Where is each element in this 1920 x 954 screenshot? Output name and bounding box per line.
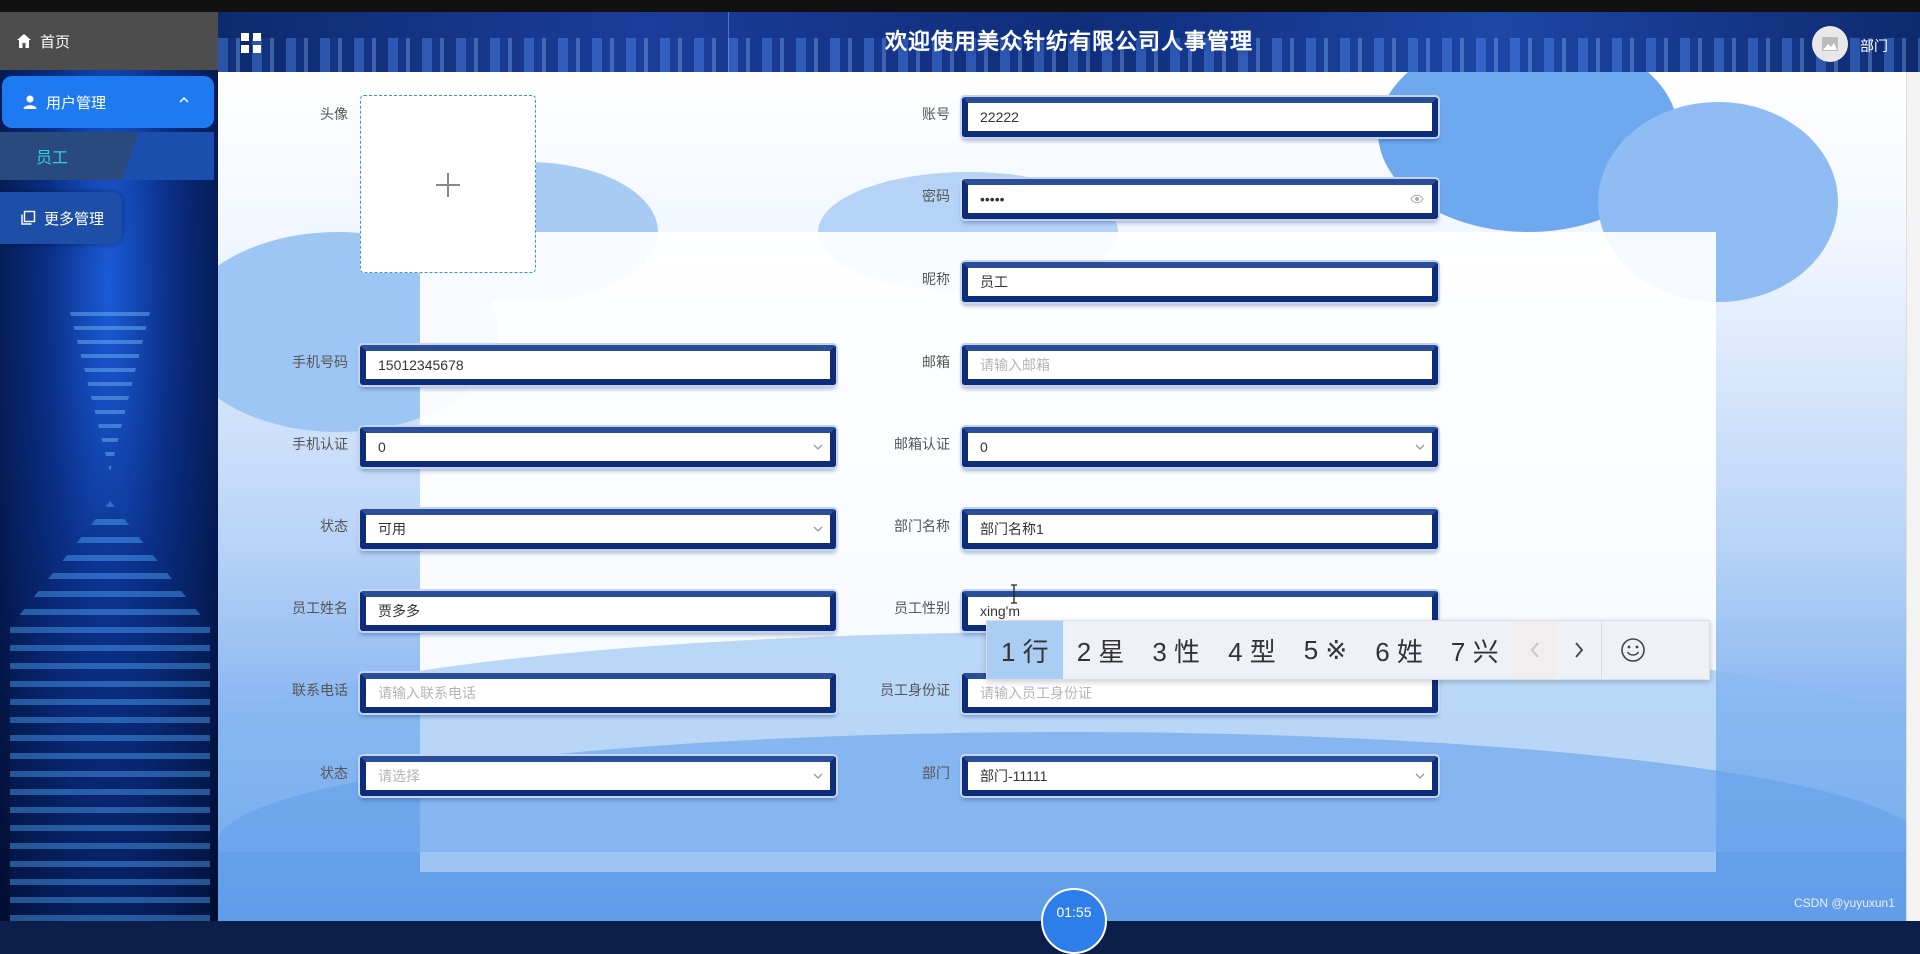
status2-label: 状态	[320, 765, 348, 781]
header: 欢迎使用美众针纺有限公司人事管理 部门	[218, 12, 1920, 72]
ime-candidate[interactable]: 3 性	[1138, 621, 1214, 679]
avatar-label: 头像	[320, 106, 348, 122]
sidebar-decoration	[10, 501, 210, 921]
status-label: 状态	[320, 518, 348, 534]
sidebar-item-user-management[interactable]: 用户管理	[2, 76, 214, 128]
account-label: 账号	[922, 106, 950, 122]
dept-value: 部门-11111	[980, 768, 1048, 784]
page-title: 欢迎使用美众针纺有限公司人事管理	[884, 29, 1253, 54]
avatar-upload[interactable]	[360, 95, 536, 273]
phone-verify-value: 0	[378, 439, 386, 455]
text-cursor-icon	[1011, 584, 1017, 604]
email-verify-select[interactable]: 0	[962, 427, 1438, 467]
chevron-down-icon	[813, 444, 823, 450]
chevron-down-icon	[813, 526, 823, 532]
dept-name-label: 部门名称	[894, 518, 950, 534]
dept-label: 部门	[922, 765, 950, 781]
password-value: •••••	[980, 191, 1005, 207]
status-select[interactable]: 可用	[360, 509, 836, 549]
sidebar-item-label: 更多管理	[44, 210, 105, 228]
password-input[interactable]: •••••	[962, 179, 1438, 219]
avatar[interactable]	[1812, 26, 1848, 62]
phone-verify-label: 手机认证	[292, 436, 348, 452]
nickname-value: 员工	[980, 274, 1008, 290]
chevron-down-icon	[1415, 444, 1425, 450]
user-name[interactable]: 部门	[1860, 36, 1888, 56]
dept-name-input[interactable]: 部门名称1	[962, 509, 1438, 549]
phone-value: 15012345678	[378, 357, 464, 373]
ime-candidate[interactable]: 2 星	[1063, 621, 1139, 679]
nickname-input[interactable]: 员工	[962, 262, 1438, 302]
staff-name-value: 贾多多	[378, 603, 420, 619]
home-icon	[17, 34, 31, 48]
phone-input[interactable]: 15012345678	[360, 345, 836, 385]
chevron-left-icon	[1530, 642, 1539, 658]
chevron-right-icon	[1574, 642, 1583, 658]
copy-icon	[21, 210, 36, 225]
chevron-down-icon	[813, 773, 823, 779]
recording-timer: 01:55	[1041, 888, 1107, 954]
chevron-down-icon	[1415, 773, 1425, 779]
password-label: 密码	[922, 188, 950, 204]
account-value: 22222	[980, 109, 1019, 125]
email-verify-value: 0	[980, 439, 988, 455]
email-placeholder: 请输入邮箱	[980, 357, 1050, 373]
ime-next-page-button[interactable]	[1557, 621, 1601, 679]
ime-candidate[interactable]: 1 行	[987, 621, 1063, 679]
sidebar-item-label: 用户管理	[46, 94, 107, 112]
phone-label: 手机号码	[292, 354, 348, 370]
staff-name-input[interactable]: 贾多多	[360, 591, 836, 631]
sidebar-item-home[interactable]: 首页	[0, 12, 218, 70]
plus-icon	[436, 173, 460, 197]
phone-verify-select[interactable]: 0	[360, 427, 836, 467]
ime-candidate-bar: 1 行 2 星 3 性 4 型 5 ※ 6 姓 7 兴	[986, 620, 1710, 680]
sidebar-item-label: 员工	[36, 150, 69, 167]
status2-placeholder: 请选择	[378, 768, 420, 784]
sidebar-item-staff[interactable]: 员工	[0, 132, 214, 180]
ime-prev-page-button[interactable]	[1512, 621, 1557, 679]
ime-candidate[interactable]: 4 型	[1214, 621, 1290, 679]
scrollbar[interactable]	[1906, 72, 1920, 921]
sidebar-item-more-management[interactable]: 更多管理	[0, 192, 122, 244]
user-icon	[23, 95, 37, 109]
email-input[interactable]: 请输入邮箱	[962, 345, 1438, 385]
watermark: CSDN @yuyuxun1	[1794, 896, 1895, 910]
id-card-label: 员工身份证	[880, 682, 950, 698]
sidebar-decoration-arrow	[70, 312, 150, 472]
contact-label: 联系电话	[292, 682, 348, 698]
nickname-label: 昵称	[922, 271, 950, 287]
contact-placeholder: 请输入联系电话	[378, 685, 476, 701]
timer-text: 01:55	[1056, 904, 1092, 920]
email-label: 邮箱	[922, 354, 950, 370]
status-value: 可用	[378, 521, 406, 537]
staff-gender-label: 员工性别	[894, 600, 950, 616]
ime-emoji-button[interactable]	[1600, 621, 1664, 679]
email-verify-label: 邮箱认证	[894, 436, 950, 452]
contact-input[interactable]: 请输入联系电话	[360, 673, 836, 713]
account-input[interactable]: 22222	[962, 97, 1438, 137]
top-strip	[0, 0, 1920, 12]
ime-candidate[interactable]: 6 姓	[1361, 621, 1437, 679]
id-card-placeholder: 请输入员工身份证	[980, 685, 1092, 701]
ime-candidate[interactable]: 7 兴	[1437, 621, 1513, 679]
status2-select[interactable]: 请选择	[360, 756, 836, 796]
dept-name-value: 部门名称1	[980, 521, 1044, 537]
image-icon	[1822, 37, 1838, 51]
sidebar-item-label: 首页	[40, 33, 71, 51]
ime-candidate[interactable]: 5 ※	[1290, 621, 1361, 679]
eye-icon[interactable]	[1410, 192, 1424, 206]
chevron-up-icon	[179, 96, 189, 103]
staff-name-label: 员工姓名	[292, 600, 348, 616]
dept-select[interactable]: 部门-11111	[962, 756, 1438, 796]
smiley-icon	[1620, 638, 1645, 662]
